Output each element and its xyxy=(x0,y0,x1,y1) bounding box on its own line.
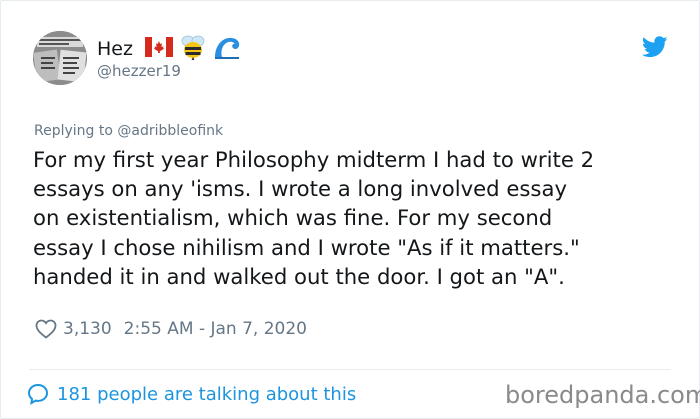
avatar[interactable] xyxy=(33,31,87,85)
bee-icon xyxy=(179,34,207,64)
divider xyxy=(29,369,671,370)
author-handle[interactable]: @hezzer19 xyxy=(97,62,181,80)
speech-bubble-icon xyxy=(27,383,49,405)
replying-to: Replying to @adribbleofink xyxy=(34,123,223,139)
conversation-link[interactable]: 181 people are talking about this xyxy=(27,383,356,405)
tweet-timestamp[interactable]: 2:55 AM - Jan 7, 2020 xyxy=(124,319,307,339)
avatar-image xyxy=(33,31,87,85)
author-name[interactable]: Hez xyxy=(97,38,133,60)
heart-icon[interactable] xyxy=(35,319,57,339)
tweet-card: Hez @hezzer19 Replying to @adribbleofink… xyxy=(0,0,700,419)
replying-to-prefix: Replying to xyxy=(34,123,118,139)
conversation-label[interactable]: 181 people are talking about this xyxy=(57,384,356,405)
twitter-bird-icon[interactable] xyxy=(641,36,668,58)
tweet-meta: 3,130 2:55 AM - Jan 7, 2020 xyxy=(35,319,307,339)
author-name-row[interactable]: Hez xyxy=(97,34,241,64)
tweet-text: For my first year Philosophy midterm I h… xyxy=(33,147,595,289)
watermark: boredpanda.com xyxy=(505,381,700,409)
wave-icon xyxy=(213,35,241,63)
canada-flag-icon xyxy=(144,37,173,61)
reply-mention-link[interactable]: @adribbleofink xyxy=(117,123,223,139)
like-count[interactable]: 3,130 xyxy=(63,319,112,339)
